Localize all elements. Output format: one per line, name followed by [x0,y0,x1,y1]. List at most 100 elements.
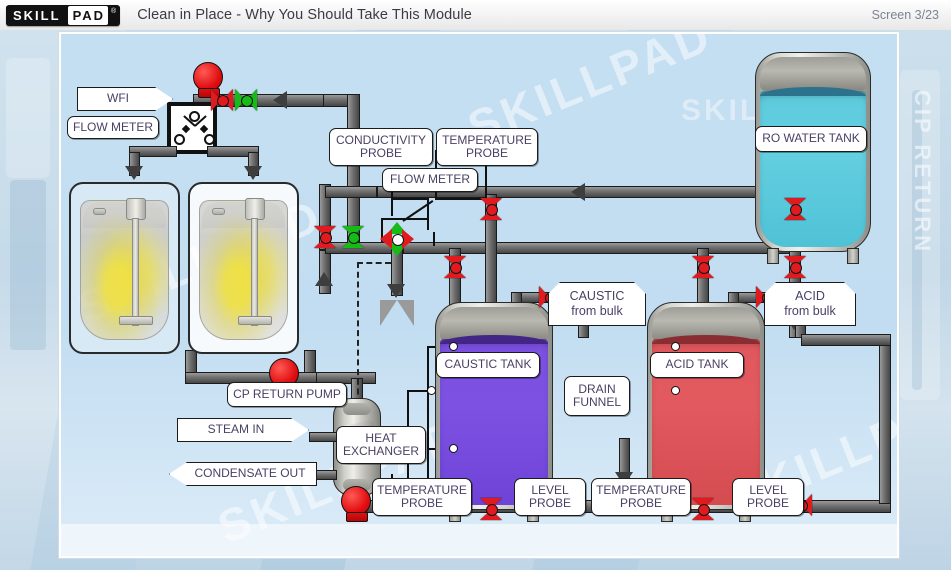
logo-registered-mark: ® [110,7,121,23]
label-level-probe-caustic: LEVEL PROBE [514,478,586,516]
label-condensate-out-text: CONDENSATE OUT [169,462,317,486]
manifold-node [174,134,185,145]
label-heat-exchanger: HEAT EXCHANGER [336,426,426,464]
label-level-probe-acid: LEVEL PROBE [732,478,804,516]
bioreactor-vessel-2 [188,182,299,354]
label-ro-water-tank: RO WATER TANK [755,126,867,152]
label-caustic-from-bulk: CAUSTIC from bulk [548,282,646,326]
valve-wfi-open[interactable] [235,89,257,111]
pipe-steam-in [309,432,337,442]
application-window: SKILL PAD ® Clean in Place - Why You Sho… [0,0,951,570]
valve-drop-caustic-b-closed[interactable] [444,256,466,278]
bg-equipment-shape [6,58,50,178]
valve-hub [790,262,802,274]
skillpad-logo: SKILL PAD ® [6,4,121,26]
logo-skill-text: SKILL [6,5,66,25]
pump-base [346,512,368,522]
valve-drop-acid-b-closed[interactable] [784,256,806,278]
manifold-diamond [181,124,191,134]
label-acid-tank: ACID TANK [650,352,744,378]
instrument-tap [449,444,458,453]
tank-leg [767,248,779,264]
control-signal-line [357,262,359,414]
label-steam-in: STEAM IN [177,418,309,442]
label-wfi-text: WFI [77,87,173,111]
valve-acid-outlet-closed[interactable] [692,498,714,520]
manifold-node [204,134,215,145]
valve-caustic-outlet-closed[interactable] [480,498,502,520]
bioreactor-vessel-1 [69,182,180,354]
cip-supply-pump[interactable] [341,486,373,522]
flow-arrow-down [387,284,405,298]
valve-hub [217,95,229,107]
flow-arrow-down [125,166,143,180]
pipe-cross-top [325,186,377,198]
bg-equipment-shape [10,180,46,350]
hx-cap-top [343,403,371,415]
instrument-tap [671,342,680,351]
drain-y-symbol [380,300,414,326]
label-acid-from-bulk-text: ACID from bulk [764,282,856,326]
four-way-valve[interactable] [380,222,414,256]
valve-hub [320,232,332,244]
label-caustic-tank: CAUSTIC TANK [436,352,540,378]
valve-ro-supply-closed[interactable] [784,198,806,220]
valve-hub [450,262,462,274]
tank-shell [755,52,871,252]
pipe-right-top [801,334,891,346]
valve-hub [241,95,253,107]
label-wfi: WFI [77,87,173,111]
valve-port-left [380,229,392,249]
instrument-tap [671,386,680,395]
label-temperature-probe-acid: TEMPERATURE PROBE [591,478,691,516]
label-flow-meter-left: FLOW METER [67,116,159,139]
flow-arrow-down [244,166,262,180]
valve-caustic-supply-closed[interactable] [480,198,502,220]
valve-hub [392,234,404,246]
flow-arrow-left [273,91,287,109]
label-temperature-probe-hx: TEMPERATURE PROBE [372,478,472,516]
process-diagram-canvas: SKILLPAD SKILLPAD SKILLPAD SKILLPAD SKIL… [59,32,899,558]
instrument-line-caustic-level [427,346,429,450]
label-drain-funnel: DRAIN FUNNEL [564,376,630,416]
side-watermark: CIP RETURN [910,90,935,255]
label-acid-from-bulk: ACID from bulk [764,282,856,326]
page-title: Clean in Place - Why You Should Take Thi… [137,7,472,23]
flow-arrow-left [571,183,585,201]
pipe-right-riser [879,334,891,504]
agitator-motor [126,198,146,220]
pipe-riser-conductivity [347,94,360,244]
agitator-shaft [251,218,258,326]
tank-liquid-ro [760,91,866,247]
label-conductivity-probe: CONDUCTIVITY PROBE [329,128,433,166]
valve-hub [790,204,802,216]
label-condensate-out: CONDENSATE OUT [169,462,317,486]
logo-pad-text: PAD [67,5,109,25]
manifold-diamond [199,124,209,134]
valve-wfi-closed[interactable] [211,89,233,111]
pipe-distribution-header [403,242,801,254]
instrument-line [391,198,393,216]
impeller [119,316,153,325]
ro-water-tank [755,52,871,264]
valve-hub [348,232,360,244]
agitator-motor [245,198,265,220]
tank-leg [847,248,859,264]
label-cp-return-pump: CP RETURN PUMP [227,382,347,407]
label-steam-in-text: STEAM IN [177,418,309,442]
instrument-tap [427,386,436,395]
instrument-line [407,390,429,392]
instrument-line [433,232,435,246]
valve-riser-left-closed[interactable] [314,226,336,248]
instrument-line [391,198,429,200]
valve-hub [486,504,498,516]
tank-head [760,57,866,91]
valve-riser-mid-open[interactable] [342,226,364,248]
label-flow-meter-mid: FLOW METER [382,168,478,192]
agitator-shaft [132,218,139,326]
bioreactor-port [212,208,225,215]
instrument-tap [449,342,458,351]
valve-drop-acid-a-closed[interactable] [692,256,714,278]
screen-counter: Screen 3/23 [871,8,939,22]
label-temperature-probe-top: TEMPERATURE PROBE [436,128,538,166]
